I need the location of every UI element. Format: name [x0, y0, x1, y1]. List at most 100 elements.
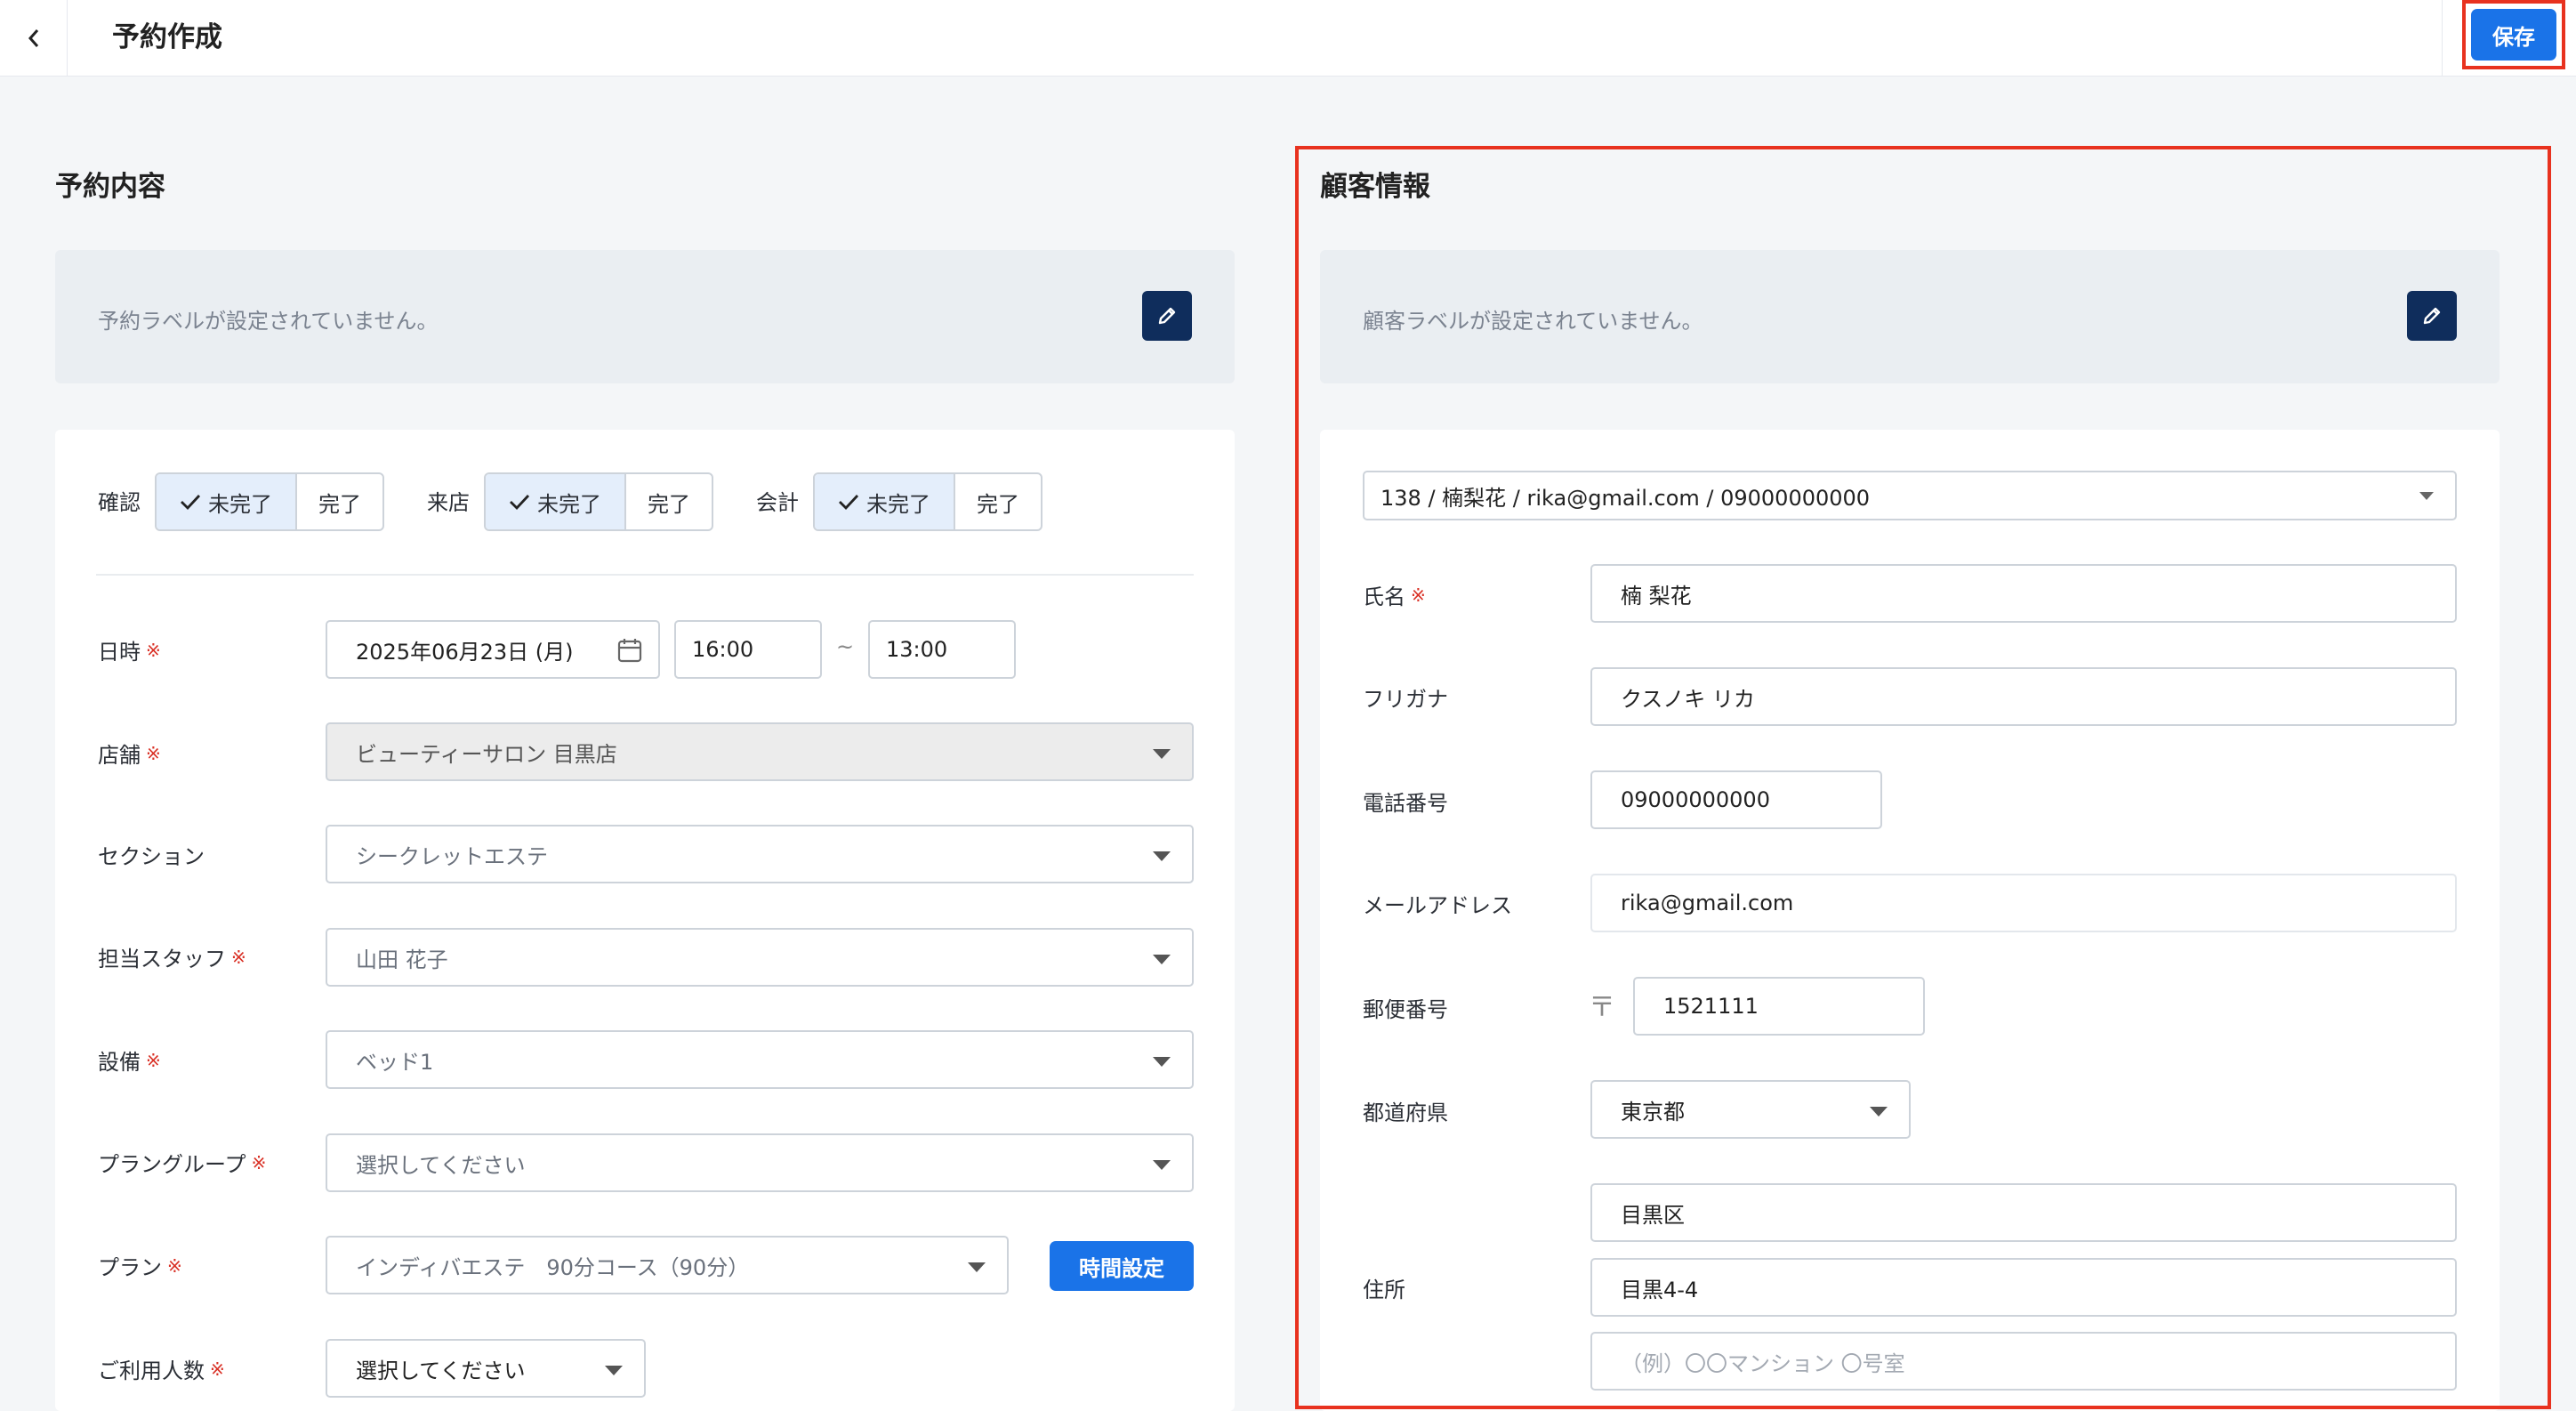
staff-value: 山田 花子	[356, 947, 448, 972]
start-time-input[interactable]: 16:00	[674, 620, 822, 679]
plan-label: プラン ※	[98, 1250, 182, 1281]
required-mark: ※	[210, 1358, 225, 1380]
customer-section-title: 顧客情報	[1320, 171, 1430, 203]
email-input[interactable]: rika@gmail.com	[1590, 874, 2457, 932]
customer-label-placeholder: 顧客ラベルが設定されていません。	[1363, 309, 1703, 334]
store-value: ビューティーサロン 目黒店	[356, 741, 617, 767]
pencil-icon	[1158, 307, 1176, 325]
chevron-down-icon	[1153, 1057, 1171, 1067]
option-label: 未完了	[537, 491, 601, 517]
status-payment-label: 会計	[756, 490, 799, 515]
name-label-text: 氏名	[1363, 585, 1405, 609]
page-title: 予約作成	[112, 21, 222, 53]
status-payment-toggle: 未完了 完了	[813, 472, 1042, 531]
required-mark: ※	[146, 639, 161, 661]
reservation-section-title: 予約内容	[55, 171, 165, 203]
reservation-label-box: 予約ラベルが設定されていません。	[55, 250, 1235, 383]
chevron-down-icon	[605, 1366, 623, 1375]
reservation-label-placeholder: 予約ラベルが設定されていません。	[98, 309, 439, 334]
postal-mark-icon: 〒	[1589, 992, 1615, 1023]
plan-group-value: 選択してください	[356, 1152, 526, 1178]
status-visit-label: 来店	[427, 490, 470, 515]
required-mark: ※	[251, 1151, 267, 1173]
plan-group-label-text: プラングループ	[98, 1152, 246, 1177]
status-confirm-toggle: 未完了 完了	[155, 472, 384, 531]
plan-label-text: プラン	[98, 1255, 162, 1280]
chevron-down-icon	[1870, 1107, 1888, 1117]
name-input[interactable]: 楠 梨花	[1590, 564, 2457, 623]
required-mark: ※	[146, 1049, 161, 1071]
time-separator: ~	[836, 634, 855, 659]
store-label: 店舗 ※	[98, 738, 161, 769]
guests-select[interactable]: 選択してください	[326, 1339, 646, 1398]
divider	[2442, 0, 2443, 77]
pencil-icon	[2423, 307, 2441, 325]
check-icon	[181, 495, 201, 511]
section-label: セクション	[98, 844, 205, 869]
address-line3-input[interactable]: （例）〇〇マンション 〇号室	[1590, 1332, 2457, 1391]
prefecture-label: 都道府県	[1363, 1101, 1448, 1125]
plan-value: インディバエステ 90分コース（90分）	[356, 1254, 750, 1280]
phone-input[interactable]: 09000000000	[1590, 770, 1882, 829]
datetime-label-text: 日時	[98, 640, 141, 665]
guests-value: 選択してください	[356, 1358, 526, 1383]
status-confirm-complete-option[interactable]: 完了	[297, 474, 382, 529]
email-label: メールアドレス	[1363, 893, 1512, 918]
name-label: 氏名 ※	[1363, 579, 1426, 610]
plan-select[interactable]: インディバエステ 90分コース（90分）	[326, 1236, 1009, 1294]
chevron-down-icon	[968, 1262, 986, 1272]
reservation-card: 確認 未完了 完了 来店 未完了 完了 会計 未完了 完了 日時 ※ 2025年…	[55, 430, 1235, 1411]
guests-label-text: ご利用人数	[98, 1359, 205, 1383]
chevron-left-icon	[28, 29, 38, 47]
status-payment-incomplete-option[interactable]: 未完了	[815, 474, 955, 529]
address-line2-input[interactable]: 目黒4-4	[1590, 1258, 2457, 1317]
furigana-label: フリガナ	[1363, 687, 1448, 712]
calendar-icon	[617, 639, 642, 663]
staff-label: 担当スタッフ ※	[98, 941, 246, 972]
required-mark: ※	[1411, 584, 1426, 606]
back-button[interactable]	[0, 0, 68, 77]
plan-group-select[interactable]: 選択してください	[326, 1133, 1194, 1192]
customer-label-box: 顧客ラベルが設定されていません。	[1320, 250, 2500, 383]
edit-customer-label-button[interactable]	[2407, 291, 2457, 341]
customer-selector-value: 138 / 楠梨花 / rika@gmail.com / 09000000000	[1381, 485, 1871, 511]
customer-card: 138 / 楠梨花 / rika@gmail.com / 09000000000…	[1320, 430, 2500, 1411]
status-confirm-label: 確認	[98, 490, 141, 515]
datetime-label: 日時 ※	[98, 634, 161, 665]
postal-label: 郵便番号	[1363, 997, 1448, 1022]
top-bar: 予約作成 保存	[0, 0, 2576, 77]
furigana-input[interactable]: クスノキ リカ	[1590, 667, 2457, 726]
store-select[interactable]: ビューティーサロン 目黒店	[326, 722, 1194, 781]
address-label: 住所	[1363, 1278, 1405, 1302]
address-line1-input[interactable]: 目黒区	[1590, 1183, 2457, 1242]
option-label: 未完了	[866, 491, 930, 517]
required-mark: ※	[167, 1254, 182, 1277]
chevron-down-icon	[1153, 749, 1171, 759]
staff-label-text: 担当スタッフ	[98, 947, 226, 972]
status-confirm-incomplete-option[interactable]: 未完了	[157, 474, 297, 529]
plan-group-label: プラングループ ※	[98, 1147, 266, 1178]
option-label: 未完了	[208, 491, 272, 517]
check-icon	[839, 495, 859, 511]
chevron-down-icon	[1153, 955, 1171, 964]
save-button[interactable]: 保存	[2471, 9, 2556, 60]
guests-label: ご利用人数 ※	[98, 1353, 225, 1384]
chevron-down-icon	[2419, 492, 2434, 500]
edit-reservation-label-button[interactable]	[1142, 291, 1192, 341]
end-time-input[interactable]: 13:00	[868, 620, 1016, 679]
date-input[interactable]: 2025年06月23日 (月)	[326, 620, 660, 679]
required-mark: ※	[231, 946, 246, 968]
status-payment-complete-option[interactable]: 完了	[955, 474, 1041, 529]
phone-label: 電話番号	[1363, 791, 1448, 816]
check-icon	[510, 495, 530, 511]
customer-search-select[interactable]: 138 / 楠梨花 / rika@gmail.com / 09000000000	[1363, 471, 2457, 520]
time-setting-button[interactable]: 時間設定	[1050, 1241, 1194, 1291]
prefecture-select[interactable]: 東京都	[1590, 1080, 1911, 1139]
equipment-select[interactable]: ベッド1	[326, 1030, 1194, 1089]
section-select[interactable]: シークレットエステ	[326, 825, 1194, 883]
postal-input[interactable]: 1521111	[1633, 977, 1925, 1036]
status-visit-incomplete-option[interactable]: 未完了	[486, 474, 626, 529]
staff-select[interactable]: 山田 花子	[326, 928, 1194, 987]
equipment-label: 設備 ※	[98, 1044, 161, 1076]
status-visit-complete-option[interactable]: 完了	[626, 474, 712, 529]
